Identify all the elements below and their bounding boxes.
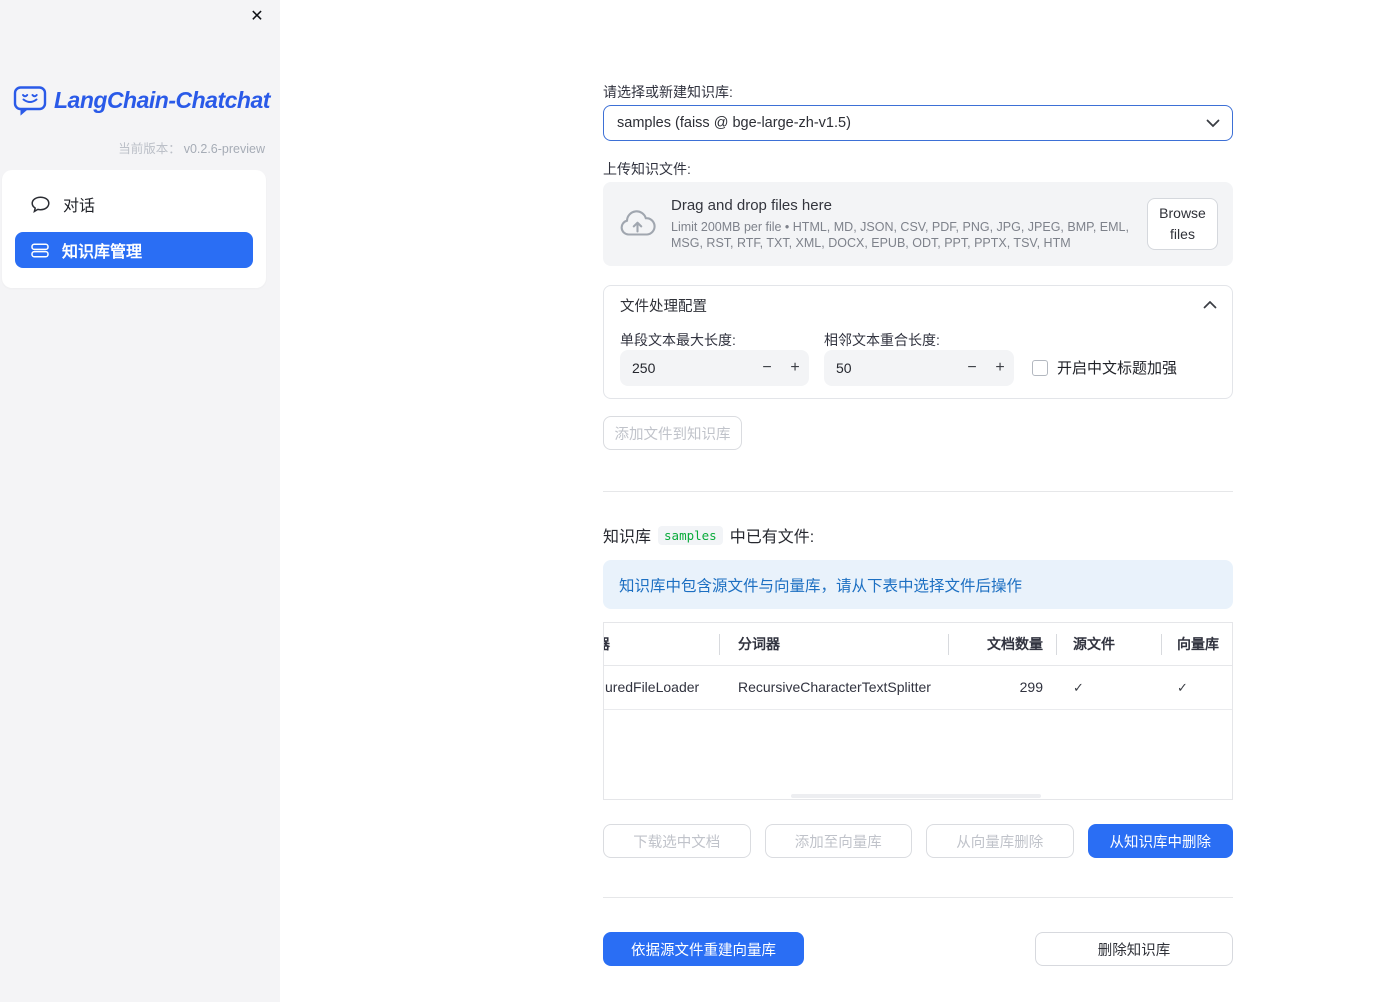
browse-files-button[interactable]: Browse files [1147,198,1218,250]
checkbox-label: 开启中文标题加强 [1057,360,1178,377]
cell-vector-store[interactable]: ✓ [1161,666,1232,709]
cell-splitter[interactable]: RecursiveCharacterTextSplitter [719,666,948,709]
kb-select-value: samples (faiss @ bge-large-zh-v1.5) [617,115,851,131]
table-horizontal-scrollbar[interactable] [791,794,1041,798]
table-row[interactable]: uredFileLoader RecursiveCharacterTextSpl… [604,666,1232,710]
delete-kb-button[interactable]: 删除知识库 [1035,932,1233,966]
chunk-size-input-group: − + [620,350,809,386]
kb-files-heading: 知识库 samples 中已有文件: [603,523,814,547]
chat-bubble-icon [31,195,50,213]
stack-icon [31,242,49,258]
expander-title: 文件处理配置 [620,298,707,315]
col-header-doc-count[interactable]: 文档数量 [948,623,1056,665]
info-alert: 知识库中包含源文件与向量库，请从下表中选择文件后操作 [603,560,1233,609]
version-line: 当前版本： v0.2.6-preview [118,138,265,157]
download-selected-button[interactable]: 下载选中文档 [603,824,751,858]
chunk-size-input[interactable] [620,360,753,376]
table-header-row: 器 分词器 文档数量 源文件 向量库 [604,623,1232,666]
sidebar-close-icon[interactable]: ✕ [246,6,268,28]
file-config-expander-header[interactable]: 文件处理配置 [604,286,1232,324]
sidebar-item-kb-management[interactable]: 知识库管理 [15,232,253,268]
column-separator [1056,634,1057,655]
zh-title-enhance-checkbox[interactable]: 开启中文标题加强 [1032,357,1177,378]
file-actions-row: 下载选中文档 添加至向量库 从向量库删除 从知识库中删除 [603,824,1233,858]
heading-suffix: 中已有文件: [729,529,815,546]
cell-doc-count[interactable]: 299 [948,666,1056,709]
cloud-upload-icon [619,210,656,238]
chevron-up-icon [1203,301,1217,309]
chunk-size-label: 单段文本最大长度: [620,332,736,348]
upload-label: 上传知识文件: [603,161,691,177]
version-value: v0.2.6-preview [183,142,265,156]
overlap-increment-button[interactable]: + [986,350,1014,386]
app-logo: LangChain-Chatchat [13,85,270,116]
column-separator [719,634,720,655]
col-header-splitter[interactable]: 分词器 [719,623,948,665]
kb-files-table[interactable]: 器 分词器 文档数量 源文件 向量库 uredFileLoader Recurs… [603,622,1233,800]
sidebar: ✕ LangChain-Chatchat 当前版本： v0.2.6-preview… [0,0,280,1002]
chunk-size-decrement-button[interactable]: − [753,350,781,386]
col-header-loader[interactable]: 器 [604,623,719,665]
column-separator [948,634,949,655]
kb-select-label: 请选择或新建知识库: [603,84,733,100]
checkbox-box[interactable] [1032,359,1048,376]
chevron-down-icon [1206,119,1220,128]
info-alert-text: 知识库中包含源文件与向量库，请从下表中选择文件后操作 [619,577,1023,595]
rebuild-vector-store-button[interactable]: 依据源文件重建向量库 [603,932,804,966]
uploader-hint: Limit 200MB per file • HTML, MD, JSON, C… [671,220,1129,250]
sidebar-item-label: 对话 [63,198,96,215]
app-logo-text: LangChain-Chatchat [54,87,270,113]
divider [603,491,1233,492]
overlap-size-input[interactable] [824,360,958,376]
col-header-vector-store[interactable]: 向量库 [1161,623,1232,665]
col-header-source-file[interactable]: 源文件 [1056,623,1161,665]
sidebar-menu: 对话 知识库管理 [2,170,266,288]
chatchat-logo-icon [13,85,47,116]
add-files-to-kb-button[interactable]: 添加文件到知识库 [603,416,742,450]
kb-name-code: samples [658,525,723,545]
heading-prefix: 知识库 [603,529,652,546]
sidebar-item-label: 知识库管理 [62,244,143,261]
delete-from-kb-button[interactable]: 从知识库中删除 [1087,824,1233,858]
cell-source-file[interactable]: ✓ [1056,666,1161,709]
sidebar-item-dialogue[interactable]: 对话 [15,186,253,222]
uploader-texts: Drag and drop files here Limit 200MB per… [671,197,1129,251]
file-uploader-dropzone[interactable]: Drag and drop files here Limit 200MB per… [603,182,1233,266]
divider [603,897,1233,898]
uploader-title: Drag and drop files here [671,197,832,214]
overlap-size-label: 相邻文本重合长度: [824,332,940,348]
file-config-expander: 文件处理配置 单段文本最大长度: 相邻文本重合长度: − + − + 开启中文标… [603,285,1233,399]
kb-select[interactable]: samples (faiss @ bge-large-zh-v1.5) [603,105,1233,141]
column-separator [1161,634,1162,655]
delete-from-vector-store-button[interactable]: 从向量库删除 [926,824,1074,858]
cell-loader[interactable]: uredFileLoader [604,666,719,709]
overlap-size-input-group: − + [824,350,1014,386]
add-to-vector-store-button[interactable]: 添加至向量库 [764,824,912,858]
version-label: 当前版本： [118,142,181,156]
chunk-size-increment-button[interactable]: + [781,350,809,386]
overlap-decrement-button[interactable]: − [958,350,986,386]
